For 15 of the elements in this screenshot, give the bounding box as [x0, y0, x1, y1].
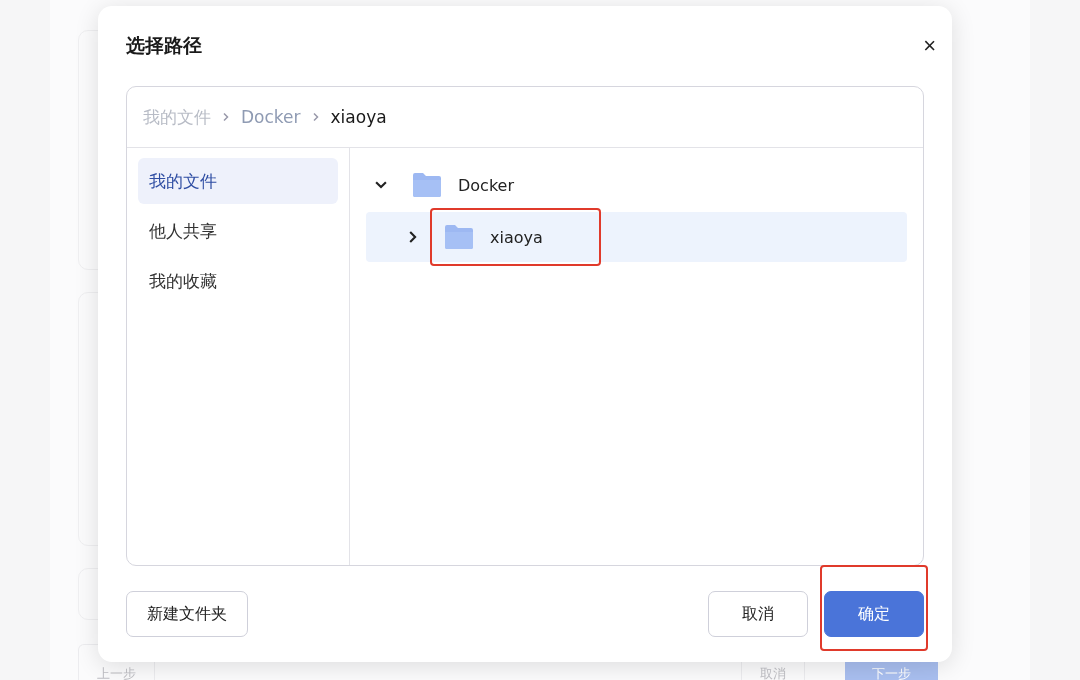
folder-icon: [444, 224, 474, 250]
dialog-button[interactable]: 新建文件夹: [126, 591, 248, 637]
sidebar-item[interactable]: 他人共享: [138, 208, 338, 254]
folder-name: xiaoya: [490, 227, 543, 247]
dialog-title: 选择路径: [126, 33, 202, 58]
chevron-right-icon: [221, 112, 231, 122]
close-button[interactable]: ×: [919, 33, 940, 59]
sidebar-item[interactable]: 我的文件: [138, 158, 338, 204]
sidebar-item[interactable]: 我的收藏: [138, 258, 338, 304]
breadcrumb-item: xiaoya: [330, 107, 387, 127]
tree-row[interactable]: Docker: [366, 160, 907, 210]
folder-icon: [412, 172, 442, 198]
dialog-button[interactable]: 取消: [708, 591, 808, 637]
dialog-button[interactable]: 确定: [824, 591, 924, 637]
folder-name: Docker: [458, 175, 515, 195]
